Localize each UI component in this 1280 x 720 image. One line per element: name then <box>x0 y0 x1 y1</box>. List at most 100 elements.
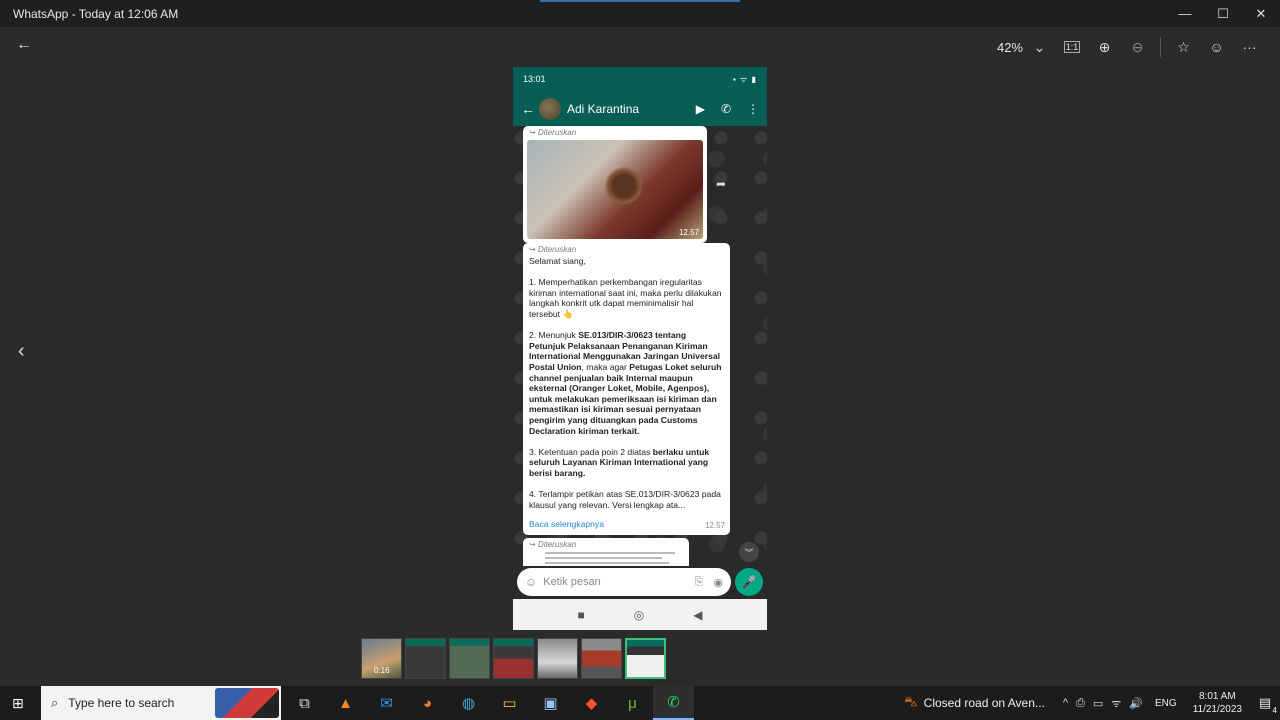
forwarded-label: ↪ Diteruskan <box>529 540 577 549</box>
thumbnail[interactable] <box>493 638 534 679</box>
chat-header: ← Adi Karantina ▶ ✆ ⋮ <box>513 91 767 126</box>
wifi-icon[interactable]: ᯤ <box>1111 696 1121 711</box>
more-icon[interactable]: ··· <box>1233 35 1266 59</box>
taskbar-apps: ⧉ ▲ ✉ ◕ ◍ ▭ ▣ ◆ μ ✆ <box>284 686 694 720</box>
device-icon[interactable]: ⎙ <box>1076 697 1085 710</box>
chat-back-icon[interactable]: ← <box>521 101 535 117</box>
search-placeholder[interactable]: Type here to search <box>68 696 174 710</box>
read-more-link[interactable]: Baca selengkapnya <box>529 519 604 529</box>
notification-icon: ▤ <box>1258 695 1272 710</box>
message-body: Selamat siang, 1. Memperhatikan perkemba… <box>523 256 730 510</box>
back-icon[interactable]: ← <box>16 36 32 54</box>
edge-icon[interactable]: ◍ <box>448 686 489 720</box>
close-icon[interactable]: ✕ <box>1242 0 1280 27</box>
toolbar-divider <box>1160 37 1161 57</box>
voice-call-icon[interactable]: ✆ <box>721 102 731 116</box>
image-message[interactable]: ↪ Diteruskan 12.57 <box>523 126 707 243</box>
message-paragraph: 3. Ketentuan pada poin 2 diatas berlaku … <box>529 446 710 478</box>
whatsapp-icon[interactable]: ✆ <box>653 686 694 720</box>
filmstrip: 0:16 <box>361 638 666 679</box>
message-time: 12.57 <box>704 521 725 530</box>
image-content <box>605 166 643 206</box>
text-message[interactable]: ↪ Diteruskan Selamat siang, 1. Memperhat… <box>523 243 730 535</box>
emoji-icon[interactable]: ☺ <box>525 575 537 589</box>
recents-icon[interactable]: ■ <box>578 608 585 622</box>
news-widget[interactable]: ⛍ Closed road on Aven... <box>904 694 1045 712</box>
windows-taskbar: ⊞ ⌕ Type here to search ⧉ ▲ ✉ ◕ ◍ ▭ ▣ ◆ … <box>0 686 1280 720</box>
thumbnail-active[interactable] <box>625 638 666 679</box>
video-duration: 0:16 <box>374 666 390 675</box>
titlebar-accent <box>540 0 740 2</box>
feedback-icon[interactable]: ☺ <box>1200 35 1233 59</box>
attach-icon[interactable]: ⎘ <box>695 576 704 589</box>
task-view-icon[interactable]: ⧉ <box>284 686 325 720</box>
message-input[interactable]: ☺ Ketik pesan ⎘ ◉ <box>517 568 731 596</box>
scroll-down-icon[interactable]: ︾ <box>739 542 759 562</box>
minimize-icon[interactable]: — <box>1166 0 1204 27</box>
contact-name[interactable]: Adi Karantina <box>567 102 639 116</box>
thumbnail[interactable] <box>537 638 578 679</box>
system-tray: ⛍ Closed road on Aven... ^ ⎙ ▭ ᯤ 🔊 ENG 8… <box>904 686 1280 720</box>
status-icons: ▪ ᯤ ▮ <box>733 74 757 84</box>
volume-icon[interactable]: 🔊 <box>1129 697 1143 710</box>
menu-icon[interactable]: ⋮ <box>747 102 759 116</box>
camera-icon[interactable]: ◉ <box>713 576 723 589</box>
show-hidden-icon[interactable]: ^ <box>1063 697 1068 709</box>
message-image[interactable]: 12.57 <box>527 140 703 239</box>
chat-area: ↪ Diteruskan 12.57 ➦ ↪ Diteruskan Selama… <box>513 126 767 578</box>
zoom-level[interactable]: 42% <box>983 40 1023 55</box>
thumbnail[interactable] <box>449 638 490 679</box>
toolbar-actions: 42% ⌄ 1:1 ⊕ ⊖ ☆ ☺ ··· <box>983 35 1266 59</box>
thumbnail[interactable] <box>405 638 446 679</box>
taskbar-search[interactable]: ⌕ Type here to search <box>41 686 281 720</box>
clock[interactable]: 8:01 AM 11/21/2023 <box>1193 690 1242 716</box>
forwarded-label: ↪ Diteruskan <box>529 128 577 137</box>
notification-center[interactable]: ▤ 4 <box>1250 695 1280 715</box>
notification-count: 4 <box>1272 706 1277 715</box>
document-preview <box>545 552 675 567</box>
start-icon[interactable]: ⊞ <box>12 695 24 712</box>
firefox-icon[interactable]: ◕ <box>407 686 448 720</box>
message-placeholder[interactable]: Ketik pesan <box>543 576 684 588</box>
nav-back-icon[interactable]: ◀ <box>693 608 702 622</box>
viewer-toolbar: ← 42% ⌄ 1:1 ⊕ ⊖ ☆ ☺ ··· <box>0 27 1280 67</box>
message-paragraph: 2. Menunjuk SE.013/DIR-3/0623 tentang Pe… <box>529 330 722 436</box>
android-nav-bar: ■ ◎ ◀ <box>513 599 767 630</box>
message-paragraph: Selamat siang, <box>529 256 586 266</box>
mic-icon[interactable]: 🎤 <box>735 568 763 596</box>
window-controls: — ☐ ✕ <box>1166 0 1280 27</box>
news-text: Closed road on Aven... <box>923 696 1045 710</box>
zoom-out-icon[interactable]: ⊖ <box>1121 35 1154 59</box>
phone-screenshot: 13:01 ▪ ᯤ ▮ ← Adi Karantina ▶ ✆ ⋮ ↪ Dite… <box>513 67 767 630</box>
video-call-icon[interactable]: ▶ <box>696 102 705 116</box>
status-time: 13:01 <box>523 74 546 84</box>
maximize-icon[interactable]: ☐ <box>1204 0 1242 27</box>
vlc-icon[interactable]: ▲ <box>325 686 366 720</box>
actual-size-icon[interactable]: 1:1 <box>1064 41 1080 53</box>
search-highlight-image <box>215 688 279 718</box>
previous-image-icon[interactable]: ‹ <box>18 340 25 363</box>
phone-status-bar: 13:01 ▪ ᯤ ▮ <box>513 67 767 91</box>
computer-icon[interactable]: ▣ <box>530 686 571 720</box>
zoom-in-icon[interactable]: ⊕ <box>1088 35 1121 59</box>
home-icon[interactable]: ◎ <box>634 608 644 622</box>
avatar[interactable] <box>539 97 561 120</box>
message-input-bar: ☺ Ketik pesan ⎘ ◉ 🎤 <box>513 566 767 599</box>
search-icon: ⌕ <box>51 695 59 710</box>
forwarded-label: ↪ Diteruskan <box>529 245 577 254</box>
thumbnail[interactable] <box>581 638 622 679</box>
favorite-icon[interactable]: ☆ <box>1167 35 1200 59</box>
language-indicator[interactable]: ENG <box>1155 698 1177 709</box>
utorrent-icon[interactable]: μ <box>612 686 653 720</box>
thumbnail[interactable]: 0:16 <box>361 638 402 679</box>
message-paragraph: 4. Terlampir petikan atas SE.013/DIR-3/0… <box>529 489 721 510</box>
mail-icon[interactable]: ✉ <box>366 686 407 720</box>
window-titlebar: WhatsApp - Today at 12:06 AM — ☐ ✕ <box>0 0 1280 27</box>
clock-time: 8:01 AM <box>1198 691 1236 702</box>
share-icon[interactable]: ➦ <box>716 177 726 191</box>
battery-icon[interactable]: ▭ <box>1093 697 1103 710</box>
brave-icon[interactable]: ◆ <box>571 686 612 720</box>
file-explorer-icon[interactable]: ▭ <box>489 686 530 720</box>
zoom-dropdown-icon[interactable]: ⌄ <box>1023 35 1056 59</box>
clock-date: 11/21/2023 <box>1192 704 1242 715</box>
